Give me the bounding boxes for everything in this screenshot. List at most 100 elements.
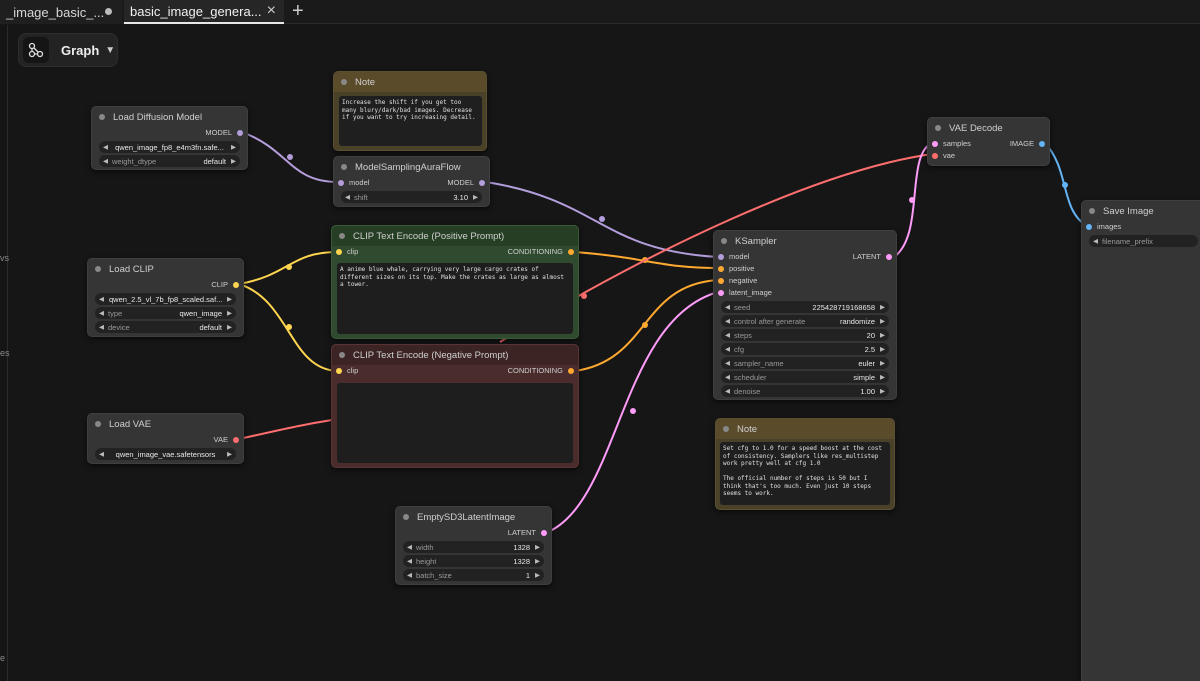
batch-size-widget[interactable]: ◀ batch_size 1 ▶ [403, 569, 544, 581]
positive-prompt-textarea[interactable]: A anime blue whale, carrying very large … [337, 263, 573, 334]
arrow-right-icon[interactable]: ▶ [880, 373, 885, 381]
denoise-widget[interactable]: ◀ denoise 1.00 ▶ [721, 385, 889, 397]
arrow-left-icon[interactable]: ◀ [725, 373, 730, 381]
arrow-right-icon[interactable]: ▶ [231, 143, 236, 151]
control-after-generate-widget[interactable]: ◀ control after generate randomize ▶ [721, 315, 889, 327]
arrow-right-icon[interactable]: ▶ [535, 557, 540, 565]
input-positive[interactable]: positive [718, 264, 754, 273]
output-conditioning[interactable]: CONDITIONING [508, 366, 574, 375]
output-clip[interactable]: CLIP [211, 280, 239, 289]
collapse-dot-icon[interactable] [1089, 208, 1095, 214]
arrow-left-icon[interactable]: ◀ [99, 309, 104, 317]
arrow-left-icon[interactable]: ◀ [407, 543, 412, 551]
arrow-left-icon[interactable]: ◀ [345, 193, 350, 201]
node-header[interactable]: VAE Decode [928, 118, 1049, 138]
save-image-node[interactable]: Save Image images ◀ filename_prefix [1081, 200, 1200, 681]
vae-name-widget[interactable]: ◀ qwen_image_vae.safetensors ▶ [95, 448, 236, 460]
arrow-right-icon[interactable]: ▶ [473, 193, 478, 201]
slot-dot-icon[interactable] [336, 248, 342, 255]
note-node-bottom[interactable]: Note Set cfg to 1.0 for a speed boost at… [715, 418, 895, 510]
graph-selector-button[interactable]: Graph ▼ [18, 33, 118, 67]
arrow-left-icon[interactable]: ◀ [99, 450, 104, 458]
collapse-dot-icon[interactable] [723, 426, 729, 432]
slot-dot-icon[interactable] [233, 281, 239, 288]
arrow-right-icon[interactable]: ▶ [227, 295, 232, 303]
load-vae-node[interactable]: Load VAE VAE ◀ qwen_image_vae.safetensor… [87, 413, 244, 464]
node-header[interactable]: CLIP Text Encode (Negative Prompt) [332, 345, 578, 365]
slot-dot-icon[interactable] [718, 277, 724, 284]
arrow-right-icon[interactable]: ▶ [231, 157, 236, 165]
node-header[interactable]: Save Image [1082, 201, 1200, 221]
input-vae[interactable]: vae [932, 151, 955, 160]
output-model[interactable]: MODEL [447, 178, 485, 187]
node-header[interactable]: Note [334, 72, 486, 92]
clip-text-encode-negative-node[interactable]: CLIP Text Encode (Negative Prompt) clip … [331, 344, 579, 468]
scheduler-widget[interactable]: ◀ scheduler simple ▶ [721, 371, 889, 383]
collapse-dot-icon[interactable] [721, 238, 727, 244]
arrow-right-icon[interactable]: ▶ [880, 345, 885, 353]
width-widget[interactable]: ◀ width 1328 ▶ [403, 541, 544, 553]
arrow-left-icon[interactable]: ◀ [407, 557, 412, 565]
collapse-dot-icon[interactable] [99, 114, 105, 120]
arrow-right-icon[interactable]: ▶ [227, 450, 232, 458]
clip-text-encode-positive-node[interactable]: CLIP Text Encode (Positive Prompt) clip … [331, 225, 579, 339]
arrow-left-icon[interactable]: ◀ [725, 317, 730, 325]
node-header[interactable]: Note [716, 419, 894, 439]
input-samples[interactable]: samples [932, 139, 971, 148]
arrow-right-icon[interactable]: ▶ [880, 359, 885, 367]
input-images[interactable]: images [1086, 222, 1121, 231]
arrow-right-icon[interactable]: ▶ [880, 387, 885, 395]
vae-decode-node[interactable]: VAE Decode samples IMAGE vae [927, 117, 1050, 166]
collapse-dot-icon[interactable] [935, 125, 941, 131]
collapse-dot-icon[interactable] [341, 79, 347, 85]
negative-prompt-textarea[interactable] [337, 383, 573, 463]
arrow-right-icon[interactable]: ▶ [227, 323, 232, 331]
note-node-top[interactable]: Note Increase the shift if you get too m… [333, 71, 487, 151]
ksampler-node[interactable]: KSampler model LATENT positive negative … [713, 230, 897, 400]
slot-dot-icon[interactable] [886, 253, 892, 260]
clip-name-widget[interactable]: ◀ qwen_2.5_vl_7b_fp8_scaled.saf... ▶ [95, 293, 236, 305]
arrow-left-icon[interactable]: ◀ [725, 345, 730, 353]
output-latent[interactable]: LATENT [508, 528, 547, 537]
output-image[interactable]: IMAGE [1010, 139, 1045, 148]
node-header[interactable]: ModelSamplingAuraFlow [334, 157, 489, 177]
device-widget[interactable]: ◀ device default ▶ [95, 321, 236, 333]
seed-widget[interactable]: ◀ seed 225428719168658 ▶ [721, 301, 889, 313]
arrow-left-icon[interactable]: ◀ [725, 359, 730, 367]
model-sampling-auraflow-node[interactable]: ModelSamplingAuraFlow model MODEL ◀ shif… [333, 156, 490, 207]
arrow-left-icon[interactable]: ◀ [725, 303, 730, 311]
arrow-left-icon[interactable]: ◀ [725, 331, 730, 339]
arrow-left-icon[interactable]: ◀ [1093, 237, 1098, 245]
output-model[interactable]: MODEL [205, 128, 243, 137]
arrow-left-icon[interactable]: ◀ [103, 143, 108, 151]
slot-dot-icon[interactable] [718, 253, 724, 260]
note-text[interactable]: Set cfg to 1.0 for a speed boost at the … [720, 442, 890, 505]
arrow-left-icon[interactable]: ◀ [99, 323, 104, 331]
slot-dot-icon[interactable] [338, 179, 344, 186]
node-header[interactable]: Load CLIP [88, 259, 243, 279]
load-diffusion-model-node[interactable]: Load Diffusion Model MODEL ◀ qwen_image_… [91, 106, 248, 170]
filename-prefix-widget[interactable]: ◀ filename_prefix [1089, 235, 1198, 247]
arrow-right-icon[interactable]: ▶ [880, 303, 885, 311]
tab-workflow-1[interactable]: _image_basic_... [0, 0, 122, 24]
shift-widget[interactable]: ◀ shift 3.10 ▶ [341, 191, 482, 203]
collapse-dot-icon[interactable] [341, 164, 347, 170]
input-negative[interactable]: negative [718, 276, 757, 285]
empty-sd3-latent-image-node[interactable]: EmptySD3LatentImage LATENT ◀ width 1328 … [395, 506, 552, 585]
collapse-dot-icon[interactable] [95, 266, 101, 272]
input-clip[interactable]: clip [336, 366, 358, 375]
node-header[interactable]: Load VAE [88, 414, 243, 434]
output-vae[interactable]: VAE [214, 435, 239, 444]
type-widget[interactable]: ◀ type qwen_image ▶ [95, 307, 236, 319]
input-model[interactable]: model [718, 252, 749, 261]
input-latent-image[interactable]: latent_image [718, 288, 772, 297]
note-text[interactable]: Increase the shift if you get too many b… [339, 96, 482, 146]
slot-dot-icon[interactable] [932, 140, 938, 147]
input-model[interactable]: model [338, 178, 369, 187]
arrow-left-icon[interactable]: ◀ [103, 157, 108, 165]
slot-dot-icon[interactable] [932, 152, 938, 159]
height-widget[interactable]: ◀ height 1328 ▶ [403, 555, 544, 567]
arrow-left-icon[interactable]: ◀ [407, 571, 412, 579]
slot-dot-icon[interactable] [541, 529, 547, 536]
collapse-dot-icon[interactable] [403, 514, 409, 520]
